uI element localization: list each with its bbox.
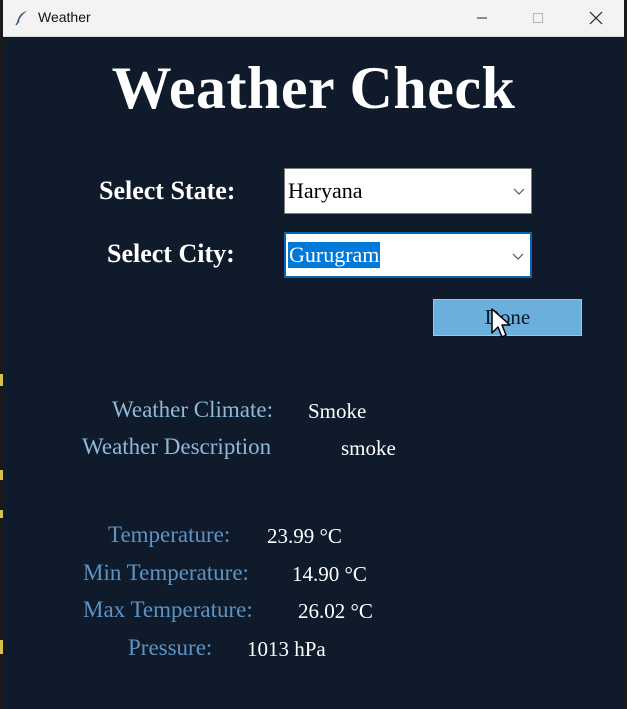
pressure-value: 1013 hPa bbox=[247, 637, 326, 661]
state-select[interactable]: Haryana bbox=[284, 168, 532, 214]
page-title: Weather Check bbox=[111, 55, 516, 121]
close-icon bbox=[589, 11, 603, 25]
window-title: Weather bbox=[38, 9, 91, 25]
climate-value: Smoke bbox=[308, 399, 367, 423]
pressure-label: Pressure: bbox=[128, 635, 213, 660]
temperature-label: Temperature: bbox=[108, 522, 231, 547]
title-bar[interactable]: Weather bbox=[3, 0, 624, 37]
city-select[interactable]: Gurugram bbox=[284, 232, 532, 278]
min-temperature-label: Min Temperature: bbox=[83, 560, 249, 585]
max-temperature-value: 26.02 °C bbox=[298, 599, 373, 623]
weather-window: Weather Weather Check Select State: Hary… bbox=[3, 0, 624, 709]
maximize-icon bbox=[533, 13, 543, 23]
maximize-button[interactable] bbox=[515, 0, 561, 36]
description-value: smoke bbox=[341, 436, 396, 460]
minimize-button[interactable] bbox=[459, 0, 505, 36]
minimize-icon bbox=[477, 17, 487, 19]
state-label: Select State: bbox=[99, 176, 236, 205]
city-select-value: Gurugram bbox=[288, 242, 381, 268]
city-label: Select City: bbox=[107, 239, 235, 268]
min-temperature-value: 14.90 °C bbox=[292, 562, 367, 586]
chevron-down-icon[interactable] bbox=[513, 186, 525, 196]
mouse-cursor-icon bbox=[491, 308, 511, 338]
chevron-down-icon[interactable] bbox=[512, 251, 524, 261]
climate-label: Weather Climate: bbox=[112, 397, 273, 422]
feather-icon bbox=[14, 10, 30, 26]
max-temperature-label: Max Temperature: bbox=[83, 597, 253, 622]
state-select-value: Haryana bbox=[288, 178, 363, 203]
description-label: Weather Description bbox=[82, 434, 272, 459]
temperature-value: 23.99 °C bbox=[267, 524, 342, 548]
close-button[interactable] bbox=[573, 0, 619, 36]
